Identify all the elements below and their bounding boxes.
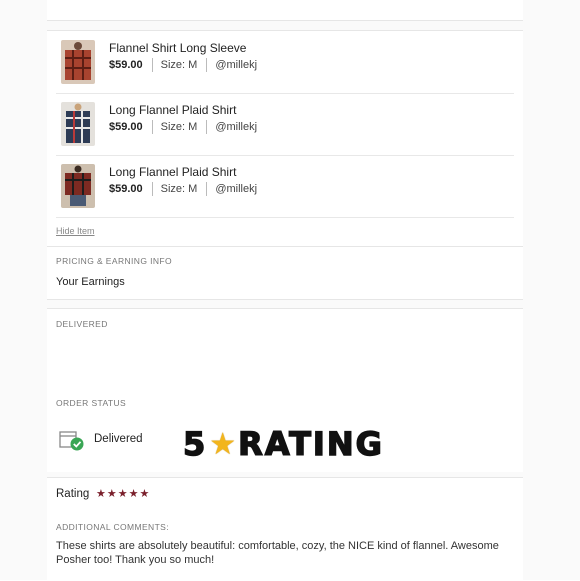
- item-size: Size: M: [160, 183, 198, 195]
- item-title[interactable]: Flannel Shirt Long Sleeve: [109, 41, 246, 55]
- banner-number: 5: [182, 424, 208, 464]
- package-check-icon: [59, 429, 85, 451]
- rating-card: Rating ★★★★★ ADDITIONAL COMMENTS: These …: [47, 477, 523, 581]
- delivered-section-label: DELIVERED: [56, 319, 108, 329]
- item-thumbnail[interactable]: [61, 102, 95, 146]
- meta-divider: [151, 58, 153, 72]
- order-status-section-label: ORDER STATUS: [56, 398, 127, 408]
- item-price: $59.00: [109, 121, 143, 133]
- item-meta: $59.00 Size: M @millekj: [109, 182, 257, 196]
- order-status-value: Delivered: [94, 433, 143, 445]
- meta-divider: [206, 182, 208, 196]
- star-rating-icon: ★★★★★: [96, 488, 151, 500]
- delivered-card: DELIVERED: [47, 308, 523, 387]
- item-meta: $59.00 Size: M @millekj: [109, 58, 257, 72]
- seller-handle[interactable]: @millekj: [215, 121, 257, 133]
- order-details-page: Flannel Shirt Long Sleeve $59.00 Size: M…: [0, 0, 580, 581]
- meta-divider: [151, 120, 153, 134]
- meta-divider: [151, 182, 153, 196]
- top-card-edge: [47, 0, 523, 21]
- item-thumbnail[interactable]: [61, 164, 95, 208]
- banner-word: RATING: [237, 424, 384, 464]
- your-earnings-link[interactable]: Your Earnings: [56, 276, 125, 288]
- item-title[interactable]: Long Flannel Plaid Shirt: [109, 165, 236, 179]
- five-star-rating-banner: 5 ★ RATING: [182, 424, 433, 464]
- item-thumbnail[interactable]: [61, 40, 95, 84]
- item-size: Size: M: [160, 121, 198, 133]
- item-title[interactable]: Long Flannel Plaid Shirt: [109, 103, 236, 117]
- list-item[interactable]: Long Flannel Plaid Shirt $59.00 Size: M …: [56, 155, 514, 218]
- item-price: $59.00: [109, 59, 143, 71]
- seller-handle[interactable]: @millekj: [215, 59, 257, 71]
- item-size: Size: M: [160, 59, 198, 71]
- item-meta: $59.00 Size: M @millekj: [109, 120, 257, 134]
- comments-section-label: ADDITIONAL COMMENTS:: [56, 522, 169, 532]
- list-item[interactable]: Flannel Shirt Long Sleeve $59.00 Size: M…: [56, 31, 514, 94]
- order-items-card: Flannel Shirt Long Sleeve $59.00 Size: M…: [47, 30, 523, 300]
- list-item[interactable]: Long Flannel Plaid Shirt $59.00 Size: M …: [56, 93, 514, 156]
- star-emoji-icon: ★: [209, 427, 237, 461]
- comment-text: These shirts are absolutely beautiful: c…: [56, 540, 499, 566]
- rating-label: Rating: [56, 488, 90, 500]
- pricing-section-label: PRICING & EARNING INFO: [56, 256, 173, 266]
- seller-handle[interactable]: @millekj: [215, 183, 257, 195]
- item-price: $59.00: [109, 183, 143, 195]
- meta-divider: [206, 120, 208, 134]
- section-divider: [47, 246, 523, 247]
- hide-item-link[interactable]: Hide Item: [56, 226, 95, 236]
- meta-divider: [206, 58, 208, 72]
